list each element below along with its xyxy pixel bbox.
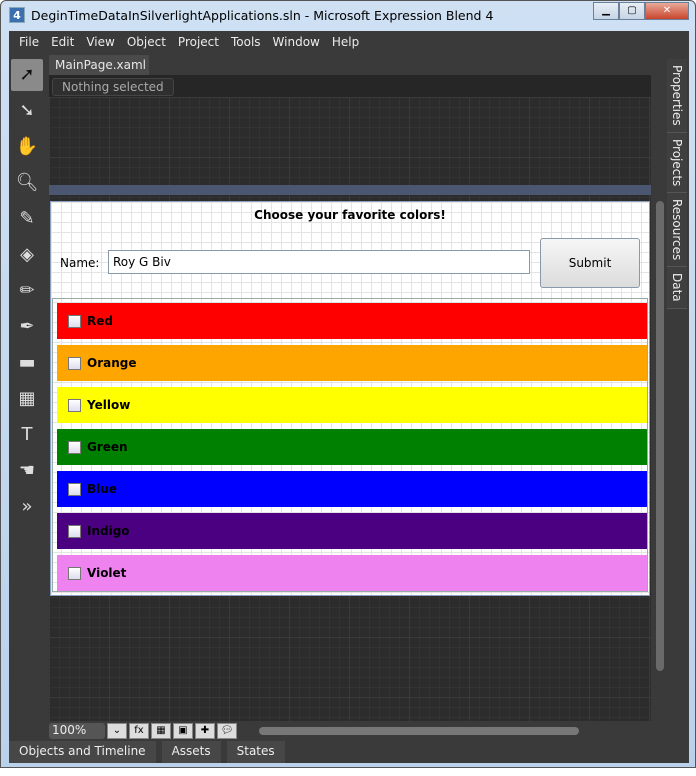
menu-view[interactable]: View bbox=[80, 31, 120, 53]
color-label: Yellow bbox=[87, 398, 131, 412]
checkbox[interactable] bbox=[68, 524, 81, 538]
eyedropper-icon[interactable]: ✎ bbox=[11, 203, 43, 235]
control-icon[interactable]: ☚ bbox=[11, 455, 43, 487]
title-bar: 4 DeginTimeDataInSilverlightApplications… bbox=[9, 7, 493, 23]
zoom-level[interactable]: 100% bbox=[49, 723, 105, 739]
tab-assets[interactable]: Assets bbox=[161, 741, 221, 763]
menu-window[interactable]: Window bbox=[267, 31, 326, 53]
color-label: Indigo bbox=[87, 524, 130, 538]
maximize-button[interactable]: ▢ bbox=[619, 2, 645, 20]
tab-objects-and-timeline[interactable]: Objects and Timeline bbox=[9, 741, 156, 763]
tab-resources[interactable]: Resources bbox=[667, 192, 687, 268]
snap-to-snaplines-icon[interactable]: ✚ bbox=[195, 723, 215, 739]
annotations-icon[interactable]: 💬︎ bbox=[217, 723, 237, 739]
menu-tools[interactable]: Tools bbox=[225, 31, 267, 53]
scroll-thumb[interactable] bbox=[656, 201, 664, 671]
checkbox[interactable] bbox=[68, 440, 81, 454]
pan-hand-icon[interactable]: ✋ bbox=[11, 131, 43, 163]
color-item-violet[interactable]: Violet bbox=[57, 555, 647, 591]
checkbox[interactable] bbox=[68, 398, 81, 412]
tab-data[interactable]: Data bbox=[667, 267, 687, 309]
color-label: Violet bbox=[87, 566, 127, 580]
color-list: Red Orange Yellow Green Blue Indigo Violet bbox=[52, 298, 648, 592]
tab-states[interactable]: States bbox=[226, 741, 285, 763]
close-button[interactable]: ✕ bbox=[645, 2, 689, 20]
color-item-orange[interactable]: Orange bbox=[57, 345, 647, 381]
assets-chevron-icon[interactable]: » bbox=[11, 491, 43, 523]
direct-selection-tool-icon[interactable]: ➘ bbox=[11, 95, 43, 127]
color-label: Orange bbox=[87, 356, 137, 370]
checkbox[interactable] bbox=[68, 482, 81, 496]
zoom-dropdown-chevron-icon[interactable]: ⌄ bbox=[107, 723, 127, 739]
color-item-yellow[interactable]: Yellow bbox=[57, 387, 647, 423]
snap-to-grid-icon[interactable]: ▣ bbox=[173, 723, 193, 739]
color-label: Green bbox=[87, 440, 128, 454]
color-label: Blue bbox=[87, 482, 117, 496]
menu-object[interactable]: Object bbox=[121, 31, 172, 53]
paint-bucket-icon[interactable]: ◈ bbox=[11, 239, 43, 271]
pencil-icon[interactable]: ✏ bbox=[11, 275, 43, 307]
tab-properties[interactable]: Properties bbox=[667, 59, 687, 133]
menu-edit[interactable]: Edit bbox=[45, 31, 80, 53]
color-item-green[interactable]: Green bbox=[57, 429, 647, 465]
selection-status: Nothing selected bbox=[52, 78, 174, 96]
menu-project[interactable]: Project bbox=[172, 31, 225, 53]
design-surface[interactable]: Choose your favorite colors! Name: Submi… bbox=[50, 201, 650, 596]
grid-layout-icon[interactable]: ▦ bbox=[11, 383, 43, 415]
zoom-magnifier-icon[interactable]: 🔍︎ bbox=[11, 167, 43, 199]
color-item-indigo[interactable]: Indigo bbox=[57, 513, 647, 549]
color-item-blue[interactable]: Blue bbox=[57, 471, 647, 507]
menu-help[interactable]: Help bbox=[326, 31, 365, 53]
tab-projects[interactable]: Projects bbox=[667, 132, 687, 193]
show-grid-icon[interactable]: ▦ bbox=[151, 723, 171, 739]
rectangle-icon[interactable]: ▬ bbox=[11, 347, 43, 379]
name-input[interactable] bbox=[108, 250, 530, 274]
menu-bar: File Edit View Object Project Tools Wind… bbox=[9, 31, 689, 53]
artboard[interactable]: Choose your favorite colors! Name: Submi… bbox=[49, 97, 651, 721]
submit-button[interactable]: Submit bbox=[540, 238, 640, 288]
checkbox[interactable] bbox=[68, 566, 81, 580]
form-title: Choose your favorite colors! bbox=[254, 208, 446, 222]
window-title: DeginTimeDataInSilverlightApplications.s… bbox=[31, 7, 494, 23]
checkbox[interactable] bbox=[68, 314, 81, 328]
app-window: 4 DeginTimeDataInSilverlightApplications… bbox=[0, 0, 696, 768]
selection-tool-icon[interactable]: ➚ bbox=[11, 59, 43, 91]
tab-mainpage[interactable]: MainPage.xaml × bbox=[49, 55, 149, 86]
pen-icon[interactable]: ✒ bbox=[11, 311, 43, 343]
color-label: Red bbox=[87, 314, 113, 328]
user-control-header bbox=[49, 185, 651, 195]
vertical-scrollbar[interactable] bbox=[653, 97, 667, 721]
tab-label: MainPage.xaml bbox=[55, 58, 146, 72]
checkbox[interactable] bbox=[68, 356, 81, 370]
tools-panel: ➚ ➘ ✋ 🔍︎ ✎ ◈ ✏ ✒ ▬ ▦ T ☚ » bbox=[9, 55, 47, 517]
menu-file[interactable]: File bbox=[13, 31, 45, 53]
app-icon: 4 bbox=[9, 7, 25, 23]
effects-fx-icon[interactable]: fx bbox=[129, 723, 149, 739]
minimize-button[interactable]: ▁ bbox=[593, 2, 619, 20]
text-icon[interactable]: T bbox=[11, 419, 43, 451]
name-label: Name: bbox=[60, 256, 100, 270]
horizontal-scrollbar[interactable] bbox=[259, 727, 579, 735]
color-item-red[interactable]: Red bbox=[57, 303, 647, 339]
